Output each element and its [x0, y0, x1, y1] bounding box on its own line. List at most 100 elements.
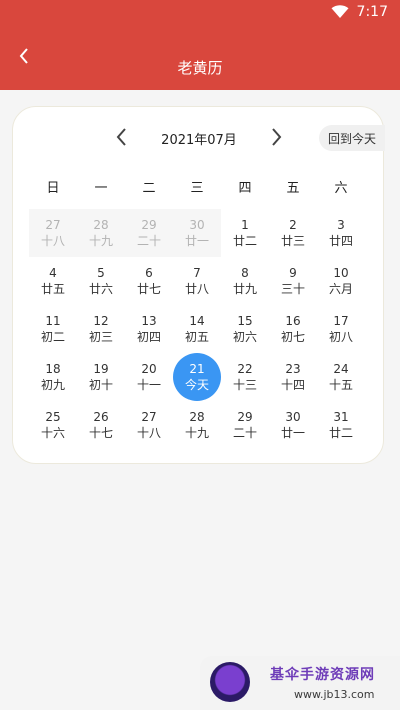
chevron-left-icon — [116, 128, 126, 146]
day-cell[interactable]: 19 初十 — [77, 353, 125, 401]
lunar-date: 初二 — [40, 330, 65, 344]
lunar-date: 三十 — [280, 282, 305, 296]
day-cell[interactable]: 20 十一 — [125, 353, 173, 401]
chevron-right-icon — [272, 128, 282, 146]
day-cell[interactable]: 1 廿二 — [221, 209, 269, 257]
day-number: 20 — [141, 362, 157, 376]
lunar-date: 二十 — [136, 234, 161, 248]
weekday-header: 日一二三四五六 — [29, 177, 373, 197]
day-cell[interactable]: 24 十五 — [317, 353, 365, 401]
day-number: 26 — [93, 410, 109, 424]
day-cell[interactable]: 27 十八 — [125, 401, 173, 449]
back-to-today-button[interactable]: 回到今天 — [319, 125, 385, 151]
lunar-date: 初十 — [88, 378, 113, 392]
day-number: 5 — [97, 266, 105, 280]
day-cell[interactable]: 4 廿五 — [29, 257, 77, 305]
day-cell-today[interactable]: 21 今天 — [173, 353, 221, 401]
month-nav: 2021年07月 回到今天 — [13, 107, 385, 165]
day-cell[interactable]: 29 二十 — [125, 209, 173, 257]
lunar-date: 廿五 — [40, 282, 65, 296]
page-title: 老黄历 — [177, 59, 223, 77]
day-number: 8 — [241, 266, 249, 280]
day-cell[interactable]: 16 初七 — [269, 305, 317, 353]
lunar-date: 十九 — [88, 234, 113, 248]
lunar-date: 初九 — [40, 378, 65, 392]
lunar-date: 今天 — [184, 378, 209, 392]
day-cell[interactable]: 8 廿九 — [221, 257, 269, 305]
day-cell[interactable]: 27 十八 — [29, 209, 77, 257]
day-number: 11 — [45, 314, 61, 328]
day-number: 30 — [285, 410, 301, 424]
day-number: 4 — [49, 266, 57, 280]
day-number: 17 — [333, 314, 349, 328]
day-cell[interactable]: 22 十三 — [221, 353, 269, 401]
lunar-date: 初五 — [184, 330, 209, 344]
app-bar: 老黄历 — [0, 26, 400, 90]
day-cell[interactable]: 31 廿二 — [317, 401, 365, 449]
lunar-date: 十七 — [88, 426, 113, 440]
calendar-grid: 27 十八 28 十九 29 二十 30 廿一 1 廿二 2 廿三 3 廿四 4 廿五 5 廿六 6 廿七 7 廿八 8 廿九… — [29, 209, 373, 449]
day-number: 27 — [45, 218, 61, 232]
lunar-date: 十四 — [280, 378, 305, 392]
day-cell[interactable]: 25 十六 — [29, 401, 77, 449]
day-cell[interactable]: 29 二十 — [221, 401, 269, 449]
day-number: 27 — [141, 410, 157, 424]
lunar-date: 十八 — [136, 426, 161, 440]
lunar-date: 廿六 — [88, 282, 113, 296]
watermark-logo — [210, 662, 250, 702]
day-cell[interactable]: 26 十七 — [77, 401, 125, 449]
day-cell[interactable]: 17 初八 — [317, 305, 365, 353]
lunar-date: 十六 — [40, 426, 65, 440]
watermark-title: 基伞手游资源网 — [270, 667, 375, 683]
day-cell[interactable]: 15 初六 — [221, 305, 269, 353]
lunar-date: 初四 — [136, 330, 161, 344]
day-number: 29 — [141, 218, 157, 232]
day-cell[interactable]: 11 初二 — [29, 305, 77, 353]
lunar-date: 廿一 — [280, 426, 305, 440]
day-number: 15 — [237, 314, 253, 328]
weekday-label: 二 — [142, 181, 156, 196]
day-number: 14 — [189, 314, 205, 328]
day-cell[interactable]: 30 廿一 — [269, 401, 317, 449]
weekday-label: 四 — [238, 181, 252, 196]
day-number: 31 — [333, 410, 349, 424]
day-cell[interactable]: 7 廿八 — [173, 257, 221, 305]
lunar-date: 廿四 — [328, 234, 353, 248]
day-cell[interactable]: 6 廿七 — [125, 257, 173, 305]
day-cell[interactable]: 23 十四 — [269, 353, 317, 401]
day-number: 7 — [193, 266, 201, 280]
day-number: 19 — [93, 362, 109, 376]
day-cell[interactable]: 12 初三 — [77, 305, 125, 353]
weekday-label: 三 — [190, 181, 204, 196]
day-number: 18 — [45, 362, 61, 376]
day-cell[interactable]: 18 初九 — [29, 353, 77, 401]
day-number: 10 — [333, 266, 349, 280]
next-month-button[interactable] — [267, 125, 287, 149]
lunar-date: 六月 — [328, 282, 353, 296]
day-cell[interactable]: 28 十九 — [77, 209, 125, 257]
day-number: 29 — [237, 410, 253, 424]
lunar-date: 廿八 — [184, 282, 209, 296]
month-label: 2021年07月 — [161, 133, 237, 148]
day-number: 25 — [45, 410, 61, 424]
day-cell[interactable]: 28 十九 — [173, 401, 221, 449]
status-time: 7:17 — [356, 4, 388, 20]
lunar-date: 十八 — [40, 234, 65, 248]
day-cell[interactable]: 9 三十 — [269, 257, 317, 305]
lunar-date: 初三 — [88, 330, 113, 344]
day-number: 24 — [333, 362, 349, 376]
day-number: 12 — [93, 314, 109, 328]
day-cell[interactable]: 5 廿六 — [77, 257, 125, 305]
prev-month-button[interactable] — [111, 125, 131, 149]
watermark-url: www.jb13.com — [294, 688, 375, 701]
day-cell[interactable]: 2 廿三 — [269, 209, 317, 257]
day-cell[interactable]: 13 初四 — [125, 305, 173, 353]
day-cell[interactable]: 14 初五 — [173, 305, 221, 353]
day-cell[interactable]: 30 廿一 — [173, 209, 221, 257]
day-number: 13 — [141, 314, 157, 328]
day-number: 16 — [285, 314, 301, 328]
day-cell[interactable]: 10 六月 — [317, 257, 365, 305]
day-number: 30 — [189, 218, 205, 232]
day-cell[interactable]: 3 廿四 — [317, 209, 365, 257]
day-number: 23 — [285, 362, 301, 376]
